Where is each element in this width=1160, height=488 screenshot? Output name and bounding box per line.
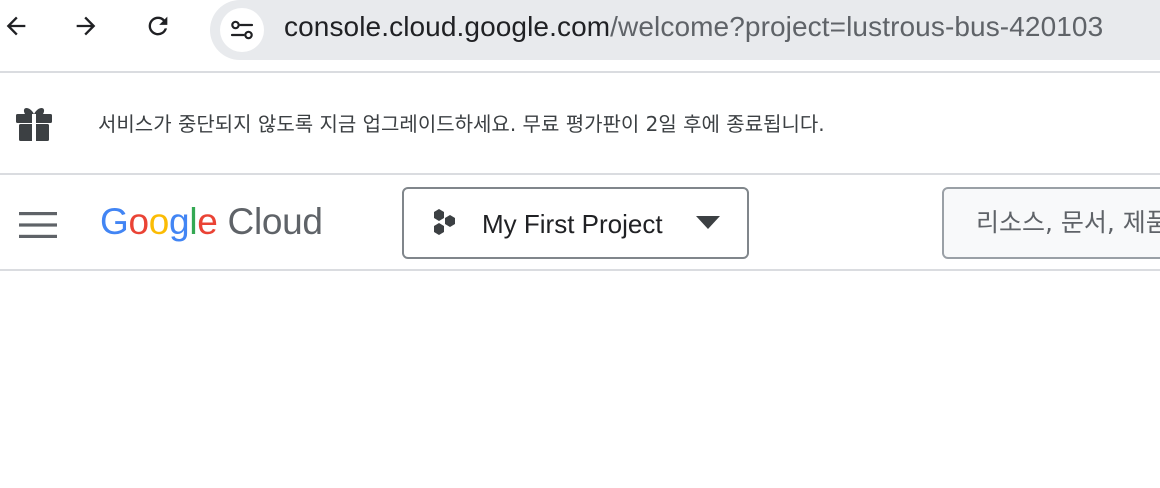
- search-box[interactable]: [942, 187, 1160, 259]
- browser-toolbar: console.cloud.google.com/welcome?project…: [0, 0, 1160, 73]
- url-text[interactable]: console.cloud.google.com/welcome?project…: [284, 9, 1103, 45]
- project-picker-button[interactable]: My First Project: [402, 187, 749, 259]
- forward-button[interactable]: [66, 6, 106, 46]
- project-hexagons-icon: [434, 209, 455, 235]
- caret-down-icon: [696, 216, 720, 229]
- upgrade-banner: 서비스가 중단되지 않도록 지금 업그레이드하세요. 무료 평가판이 2일 후에…: [0, 75, 1160, 175]
- logo-letter: o: [128, 201, 149, 242]
- main-content-area: [0, 273, 1160, 488]
- reload-button[interactable]: [138, 6, 178, 46]
- back-arrow-icon: [6, 16, 26, 36]
- forward-arrow-icon: [76, 16, 96, 36]
- url-host: console.cloud.google.com: [284, 11, 611, 42]
- main-menu-button[interactable]: [14, 201, 62, 249]
- logo-letter: o: [148, 201, 170, 242]
- logo-letter: G: [100, 201, 129, 242]
- back-button[interactable]: [0, 6, 36, 46]
- url-path: /welcome?project=lustrous-bus-420103: [610, 11, 1104, 42]
- logo-letter: g: [169, 201, 190, 242]
- logo-letter: e: [197, 201, 218, 242]
- reload-icon: [148, 16, 168, 36]
- site-info-button[interactable]: [220, 8, 264, 52]
- gift-icon: [16, 107, 52, 141]
- project-name: My First Project: [482, 209, 663, 239]
- search-input[interactable]: [976, 208, 1160, 238]
- google-cloud-logo[interactable]: Google Cloud: [100, 199, 323, 245]
- hamburger-menu-icon: [19, 212, 57, 238]
- logo-cloud-text: Cloud: [227, 201, 323, 242]
- banner-message: 서비스가 중단되지 않도록 지금 업그레이드하세요. 무료 평가판이 2일 후에…: [98, 112, 825, 136]
- address-bar[interactable]: console.cloud.google.com/welcome?project…: [210, 0, 1160, 60]
- console-header: Google Cloud My First Project: [0, 177, 1160, 271]
- site-settings-icon: [230, 20, 254, 40]
